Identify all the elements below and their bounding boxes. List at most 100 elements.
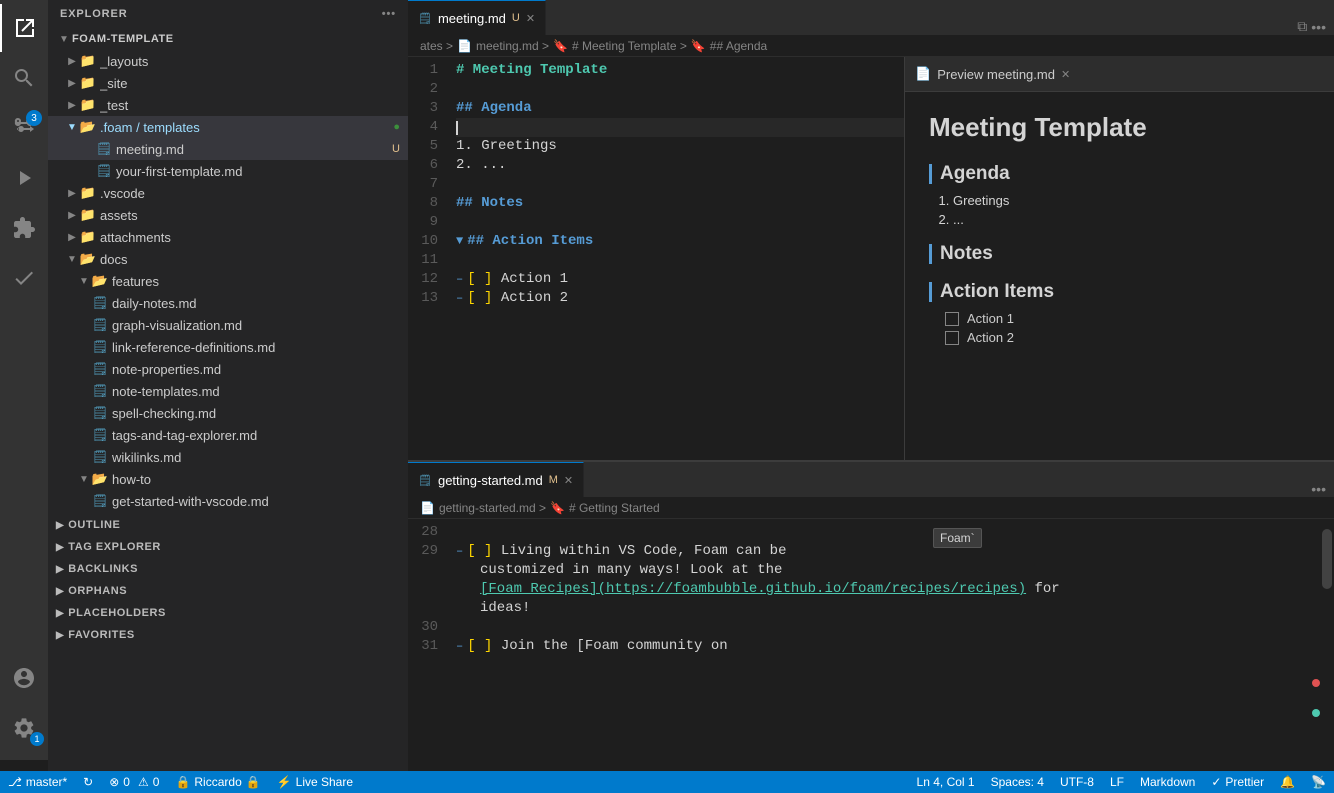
activity-bar-settings[interactable]: 1 — [0, 704, 48, 752]
preview-agenda-list: Greetings ... — [953, 193, 1310, 227]
activity-bar-search[interactable] — [0, 54, 48, 102]
tree-item-your-first-template[interactable]: 🗒 your-first-template.md — [48, 160, 408, 182]
tree-item-daily-notes[interactable]: 🗒 daily-notes.md — [48, 292, 408, 314]
folder-icon: 📁 — [80, 97, 96, 113]
test-label: _test — [100, 98, 408, 113]
status-broadcast[interactable]: 📡 — [1303, 771, 1334, 793]
status-errors[interactable]: ⊗ 0 ⚠ 0 — [101, 771, 167, 793]
tree-item-how-to[interactable]: ▼ 📂 how-to — [48, 468, 408, 490]
status-spaces[interactable]: Spaces: 4 — [983, 771, 1052, 793]
graph-label: graph-visualization.md — [112, 318, 408, 333]
tree-item-link-reference[interactable]: 🗒 link-reference-definitions.md — [48, 336, 408, 358]
tree-item-assets[interactable]: ▶ 📁 assets — [48, 204, 408, 226]
tree-root[interactable]: ▼ FOAM-TEMPLATE — [48, 28, 408, 50]
bc-ates[interactable]: ates > — [420, 39, 453, 53]
bottom-line-31: – [ ] Join the [Foam community on — [456, 637, 1334, 656]
foam-recipes-link[interactable]: [Foam Recipes](https://foambubble.github… — [480, 580, 1026, 599]
line6-text: 2. ... — [456, 156, 506, 175]
section-orphans[interactable]: ▶ ORPHANS — [48, 578, 408, 600]
tree-item-note-templates[interactable]: 🗒 note-templates.md — [48, 380, 408, 402]
tree-item-get-started[interactable]: 🗒 get-started-with-vscode.md — [48, 490, 408, 512]
line29-dash: – — [456, 542, 463, 561]
line8-text: ## Notes — [456, 194, 523, 213]
foam-templates-dot-badge: ● — [393, 121, 400, 133]
status-notifications[interactable]: 🔔 — [1272, 771, 1303, 793]
assets-folder-icon: 📁 — [80, 207, 96, 223]
bc-getting-started-md[interactable]: getting-started.md > — [439, 501, 546, 515]
bottom-editor-scrollbar[interactable] — [1320, 519, 1334, 771]
bottom-editor-section: 🗒 getting-started.md M ✕ ••• 📄 getting-s… — [408, 461, 1334, 771]
action-items-fold-icon[interactable]: ▼ — [456, 232, 463, 251]
section-placeholders[interactable]: ▶ PLACEHOLDERS — [48, 600, 408, 622]
tree-item-note-properties[interactable]: 🗒 note-properties.md — [48, 358, 408, 380]
bc-getting-started-icon: 📄 — [420, 501, 435, 515]
tree-item-wikilinks[interactable]: 🗒 wikilinks.md — [48, 446, 408, 468]
preview-content: Meeting Template Agenda Greetings ... No… — [905, 92, 1334, 460]
favorites-label: FAVORITES — [68, 629, 134, 641]
bc-meeting-template[interactable]: # Meeting Template > — [572, 39, 687, 53]
split-editor-icon[interactable]: ⧉ — [1297, 18, 1307, 35]
tree-item-site[interactable]: ▶ 📁 _site — [48, 72, 408, 94]
tab-meeting-md[interactable]: 🗒 meeting.md U ✕ — [408, 0, 546, 35]
tree-item-features[interactable]: ▼ 📂 features — [48, 270, 408, 292]
tree-item-foam-templates[interactable]: ▼ 📂 .foam / templates ● — [48, 116, 408, 138]
status-live-share[interactable]: ⚡ Live Share — [269, 771, 361, 793]
status-eol[interactable]: LF — [1102, 771, 1132, 793]
tree-item-tags[interactable]: 🗒 tags-and-tag-explorer.md — [48, 424, 408, 446]
editor-area: 🗒 meeting.md U ✕ ⧉ ••• ates > 📄 meeting.… — [408, 0, 1334, 771]
tree-item-meeting-md[interactable]: 🗒 meeting.md U — [48, 138, 408, 160]
favorites-chevron-icon: ▶ — [56, 630, 64, 641]
placeholders-chevron-icon: ▶ — [56, 608, 64, 619]
section-tag-explorer[interactable]: ▶ TAG EXPLORER — [48, 534, 408, 556]
bc-agenda[interactable]: ## Agenda — [710, 39, 767, 53]
line5-text: 1. Greetings — [456, 137, 557, 156]
bottom-more-actions-icon[interactable]: ••• — [1311, 481, 1326, 497]
code-content-bottom[interactable]: 28 29 30 31 – [ ] Living within VS Code,… — [408, 519, 1334, 771]
bc-meeting-md[interactable]: meeting.md > — [476, 39, 549, 53]
preview-agenda-heading: Agenda — [929, 163, 1310, 185]
tab-getting-started[interactable]: 🗒 getting-started.md M ✕ — [408, 462, 584, 497]
broadcast-icon: 📡 — [1311, 775, 1326, 789]
status-language[interactable]: Markdown — [1132, 771, 1203, 793]
position-label: Ln 4, Col 1 — [917, 775, 975, 789]
activity-bar-source-control[interactable]: 3 — [0, 104, 48, 152]
section-favorites[interactable]: ▶ FAVORITES — [48, 622, 408, 644]
tree-item-graph-visualization[interactable]: 🗒 graph-visualization.md — [48, 314, 408, 336]
tree-item-spell-checking[interactable]: 🗒 spell-checking.md — [48, 402, 408, 424]
sidebar-menu-icon[interactable]: ••• — [382, 8, 396, 20]
activity-bar-explorer[interactable] — [0, 4, 48, 52]
activity-bar-checklist[interactable] — [0, 254, 48, 302]
status-user[interactable]: 🔒 Riccardo 🔒 — [167, 771, 268, 793]
activity-bar-run[interactable] — [0, 154, 48, 202]
link-ref-icon: 🗒 — [92, 339, 108, 355]
assets-chevron-icon: ▶ — [64, 210, 80, 221]
activity-bar-account[interactable] — [0, 654, 48, 702]
bc-getting-started-heading-icon: 🔖 — [550, 501, 565, 515]
status-position[interactable]: Ln 4, Col 1 — [909, 771, 983, 793]
activity-bar-extensions[interactable] — [0, 204, 48, 252]
status-sync[interactable]: ↻ — [75, 771, 101, 793]
status-prettier[interactable]: ✓ Prettier — [1203, 771, 1272, 793]
section-outline[interactable]: ▶ OUTLINE — [48, 512, 408, 534]
tree-item-attachments[interactable]: ▶ 📁 attachments — [48, 226, 408, 248]
status-branch[interactable]: ⎇ master* — [0, 771, 75, 793]
tree-item-layouts[interactable]: ▶ 📁 _layouts — [48, 50, 408, 72]
line29c-for: for — [1026, 580, 1060, 599]
root-chevron-icon: ▼ — [56, 34, 72, 45]
status-encoding[interactable]: UTF-8 — [1052, 771, 1102, 793]
bc-getting-started-heading[interactable]: # Getting Started — [569, 501, 660, 515]
text-cursor — [456, 121, 458, 135]
tree-item-test[interactable]: ▶ 📁 _test — [48, 94, 408, 116]
more-actions-icon[interactable]: ••• — [1311, 19, 1326, 35]
meeting-tab-close[interactable]: ✕ — [526, 12, 535, 25]
section-backlinks[interactable]: ▶ BACKLINKS — [48, 556, 408, 578]
line1-text: # Meeting Template — [456, 61, 607, 80]
tree-item-docs[interactable]: ▼ 📂 docs — [48, 248, 408, 270]
line12-text: [ ] Action 1 — [467, 270, 568, 289]
how-to-label: how-to — [112, 472, 408, 487]
preview-action-item-1: Action 1 — [945, 311, 1310, 326]
getting-started-tab-close[interactable]: ✕ — [564, 474, 573, 487]
tree-item-vscode[interactable]: ▶ 📁 .vscode — [48, 182, 408, 204]
preview-tab-close[interactable]: ✕ — [1061, 68, 1070, 81]
line3-text: ## Agenda — [456, 99, 532, 118]
